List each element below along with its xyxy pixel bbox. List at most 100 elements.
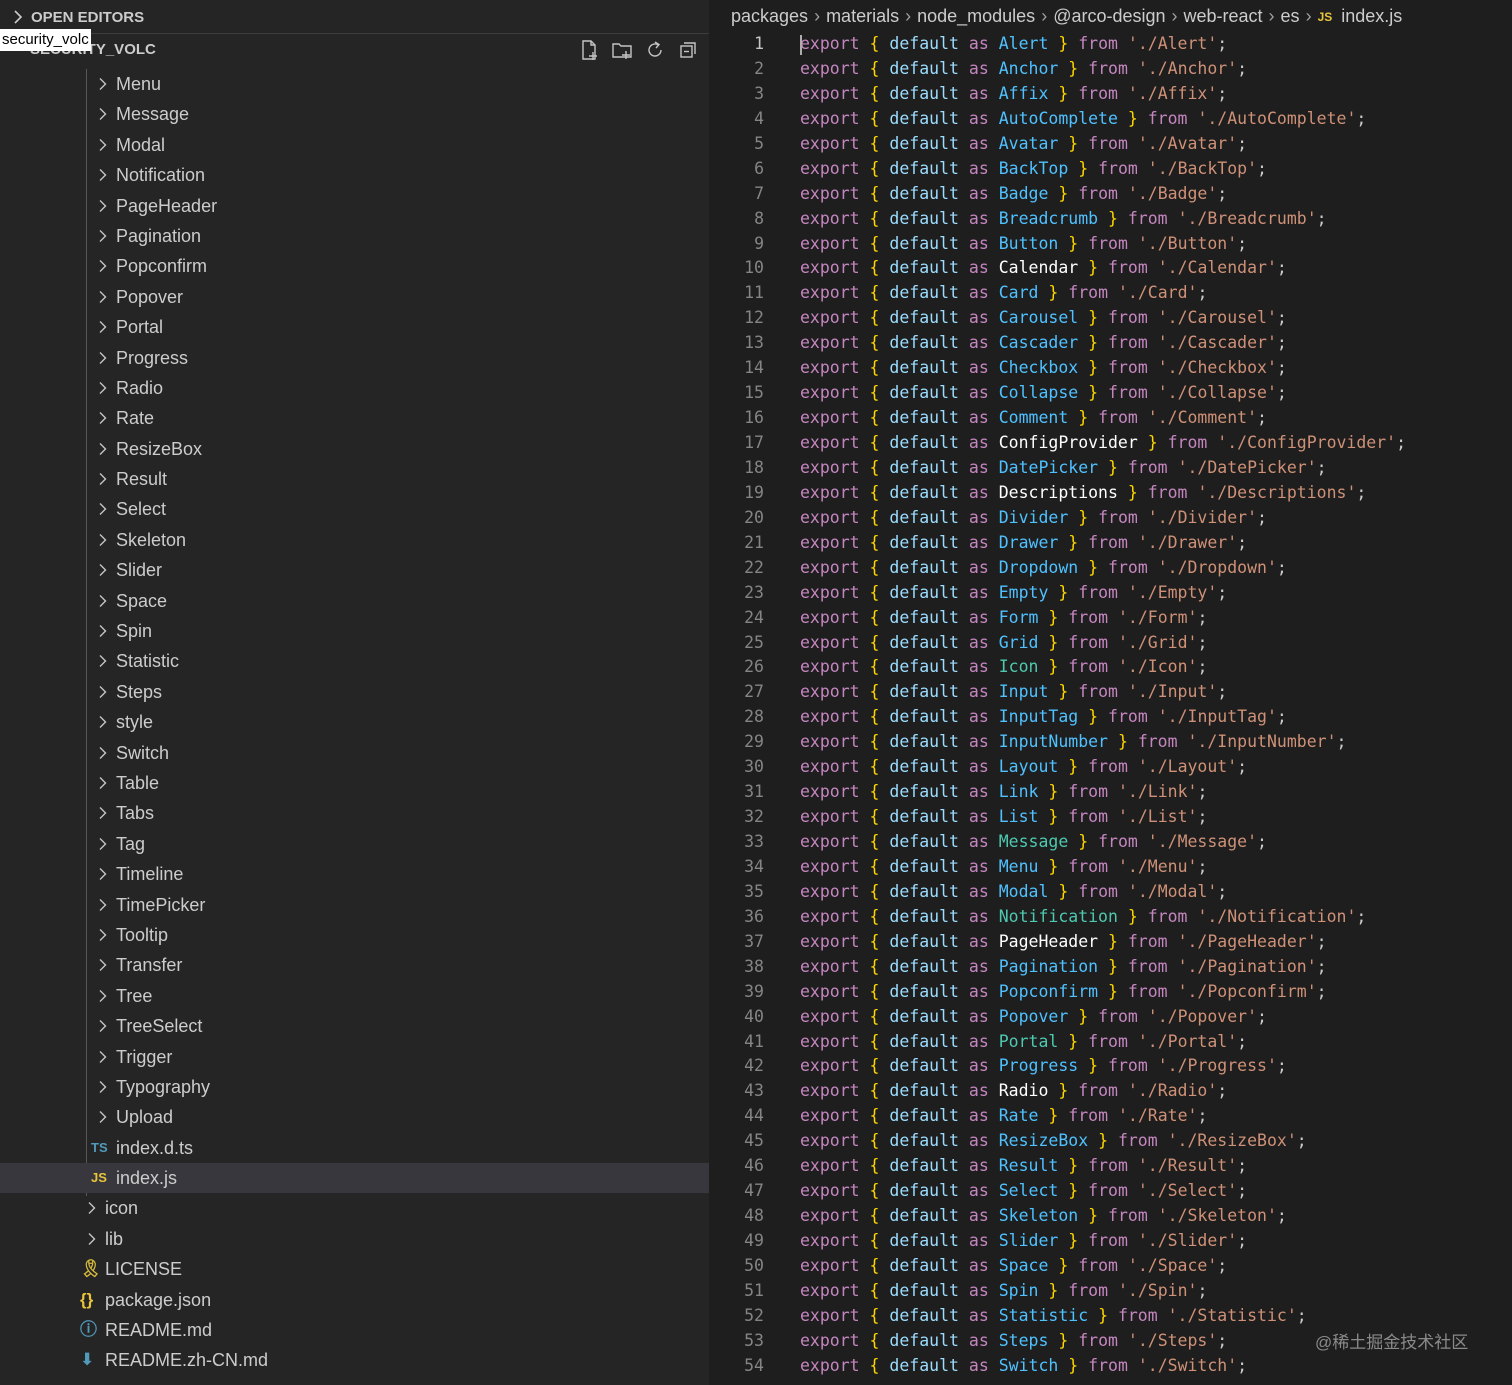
tree-folder[interactable]: Table [0,768,709,798]
breadcrumb-item[interactable]: @arco-design [1053,6,1165,27]
breadcrumb-item[interactable]: packages [731,6,808,27]
workspace-header[interactable]: SECURITY_VOLC [0,34,709,64]
export-name: Notification [998,906,1118,926]
line-number: 40 [744,1006,764,1026]
keyword-export: export [800,208,860,228]
brace: } [1068,233,1079,253]
tree-folder[interactable]: Tree [0,981,709,1011]
semicolon: ; [1217,1081,1228,1101]
tree-folder[interactable]: icon [0,1193,709,1223]
breadcrumb-item[interactable]: web-react [1184,6,1263,27]
code-line: 34 export { default as Menu } from './Men… [709,855,1512,880]
export-name: Icon [998,657,1039,677]
line-number: 44 [744,1106,764,1126]
tree-file[interactable]: {} package.json [0,1285,709,1315]
new-folder-icon[interactable] [611,39,633,61]
brace: { [869,1206,880,1226]
tree-file[interactable]: 🎗 LICENSE [0,1254,709,1284]
keyword-export: export [800,34,860,53]
breadcrumb-item[interactable]: index.js [1341,6,1402,27]
keyword-export: export [800,333,860,353]
breadcrumb-item[interactable]: es [1281,6,1300,27]
tree-folder[interactable]: PageHeader [0,191,709,221]
collapse-all-icon[interactable] [677,39,699,61]
tree-folder[interactable]: Spin [0,616,709,646]
brace: { [869,557,880,577]
tree-folder[interactable]: Pagination [0,221,709,251]
tree-folder[interactable]: Portal [0,312,709,342]
tree-file[interactable]: TS index.d.ts [0,1133,709,1163]
tree-file[interactable]: ⬇ README.zh-CN.md [0,1345,709,1375]
tree-folder[interactable]: ResizeBox [0,434,709,464]
keyword-from: from [1078,682,1118,702]
tree-folder[interactable]: Popconfirm [0,251,709,281]
chevron-right-icon [99,898,107,911]
keyword-default: default [889,333,959,353]
code-area[interactable]: 1 export { default as Alert } from './Ale… [709,32,1512,1379]
line-number: 45 [744,1131,764,1151]
tree-folder[interactable]: Timeline [0,859,709,889]
tree-folder[interactable]: Switch [0,738,709,768]
tree-file[interactable]: JS index.js [0,1163,709,1194]
tree-folder[interactable]: Skeleton [0,525,709,555]
code-text: export { default as Calendar } from './C… [800,256,1287,281]
semicolon: ; [1276,1056,1287,1076]
tree-folder[interactable]: TimePicker [0,890,709,920]
tree-folder[interactable]: Message [0,99,709,129]
tree-folder[interactable]: Radio [0,373,709,403]
tree-folder[interactable]: Steps [0,677,709,707]
breadcrumb-item[interactable]: materials [826,6,899,27]
keyword-default: default [889,1056,959,1076]
tree-folder[interactable]: TreeSelect [0,1011,709,1041]
keyword-as: as [968,58,989,78]
module-path: './Radio' [1127,1081,1218,1101]
brace: } [1048,1280,1059,1300]
tree-folder[interactable]: style [0,707,709,737]
tree-item-label: ResizeBox [116,438,203,459]
code-text: export { default as Descriptions } from … [800,481,1366,506]
code-text: export { default as Pagination } from '.… [800,955,1327,980]
line-number: 28 [744,707,764,727]
module-path: './Drawer' [1137,532,1238,552]
keyword-default: default [889,981,959,1001]
workspace-tooltip: security_volc [0,29,91,51]
tree-folder[interactable]: Transfer [0,950,709,980]
tree-folder[interactable]: Trigger [0,1042,709,1072]
keyword-as: as [968,1006,989,1026]
tree-folder[interactable]: Popover [0,282,709,312]
refresh-icon[interactable] [644,39,666,61]
brace: } [1068,133,1079,153]
brace: { [869,607,880,627]
tree-folder[interactable]: Modal [0,130,709,160]
tree-folder[interactable]: Result [0,464,709,494]
tree-folder[interactable]: Upload [0,1102,709,1132]
module-path: './Collapse' [1157,383,1277,403]
tree-folder[interactable]: Tabs [0,798,709,828]
tree-folder[interactable]: Rate [0,403,709,433]
tree-folder[interactable]: Space [0,586,709,616]
tree-folder[interactable]: Slider [0,555,709,585]
tree-folder[interactable]: Tag [0,829,709,859]
semicolon: ; [1197,283,1208,303]
tree-folder[interactable]: Tooltip [0,920,709,950]
tree-folder[interactable]: Menu [0,69,709,99]
export-name: Pagination [998,956,1099,976]
semicolon: ; [1356,906,1367,926]
tree-folder[interactable]: Select [0,494,709,524]
new-file-icon[interactable] [578,39,600,61]
semicolon: ; [1197,1280,1208,1300]
open-editors-section[interactable]: OPEN EDITORS [0,0,709,34]
code-text: export { default as Anchor } from './Anc… [800,57,1247,82]
code-text: export { default as PageHeader } from '.… [800,930,1327,955]
tree-folder[interactable]: Progress [0,343,709,373]
keyword-from: from [1098,1006,1138,1026]
tree-folder[interactable]: Notification [0,160,709,190]
tree-folder[interactable]: lib [0,1224,709,1254]
breadcrumb-item[interactable]: node_modules [917,6,1035,27]
tree-item-label: Steps [116,681,163,702]
tree-folder[interactable]: Statistic [0,646,709,676]
tree-folder[interactable]: Typography [0,1072,709,1102]
module-path: './Notification' [1197,906,1357,926]
tree-file[interactable]: ⓘ README.md [0,1315,709,1345]
chevron-right-icon [99,1111,107,1124]
